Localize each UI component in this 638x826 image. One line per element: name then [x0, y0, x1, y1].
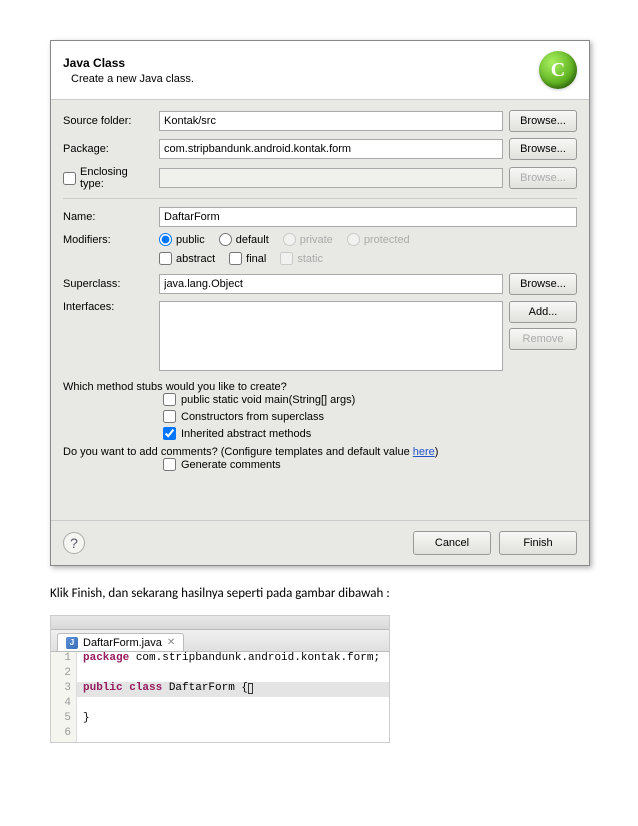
stub-main-checkbox[interactable] [163, 393, 176, 406]
interfaces-add-button[interactable]: Add... [509, 301, 577, 323]
source-folder-input[interactable] [159, 111, 503, 131]
package-label: Package: [63, 143, 153, 155]
superclass-browse-button[interactable]: Browse... [509, 273, 577, 295]
modifiers-label: Modifiers: [63, 234, 153, 246]
enclosing-type-checkbox[interactable] [63, 172, 76, 185]
line-number: 1 [51, 652, 77, 667]
divider [63, 198, 577, 199]
enclosing-type-browse-button: Browse... [509, 167, 577, 189]
line-number: 6 [51, 727, 77, 742]
enclosing-type-label: Enclosing type: [63, 166, 153, 190]
help-icon[interactable]: ? [63, 532, 85, 554]
dialog-subtitle: Create a new Java class. [63, 73, 539, 85]
modifier-default-radio[interactable] [219, 233, 232, 246]
editor-tab-bar: J DaftarForm.java ✕ [51, 630, 389, 652]
finish-button[interactable]: Finish [499, 531, 577, 555]
stub-constructors-checkbox[interactable] [163, 410, 176, 423]
interfaces-list[interactable] [159, 301, 503, 371]
generate-comments-checkbox[interactable] [163, 458, 176, 471]
source-folder-browse-button[interactable]: Browse... [509, 110, 577, 132]
toolbar-strip [51, 616, 389, 630]
instruction-caption: Klik Finish, dan sekarang hasilnya seper… [50, 586, 588, 601]
modifier-abstract-checkbox[interactable] [159, 252, 172, 265]
dialog-header: Java Class Create a new Java class. C [51, 41, 589, 100]
name-label: Name: [63, 211, 153, 223]
superclass-input[interactable] [159, 274, 503, 294]
comments-question: Do you want to add comments? (Configure … [63, 446, 577, 458]
interfaces-remove-button: Remove [509, 328, 577, 350]
name-input[interactable] [159, 207, 577, 227]
stub-inherited-checkbox[interactable] [163, 427, 176, 440]
code-editor: J DaftarForm.java ✕ 1package com.stripba… [50, 615, 390, 743]
configure-here-link[interactable]: here [413, 446, 435, 458]
source-folder-label: Source folder: [63, 115, 153, 127]
java-file-icon: J [66, 637, 78, 649]
modifier-public-radio[interactable] [159, 233, 172, 246]
code-area[interactable]: 1package com.stripbandunk.android.kontak… [51, 652, 389, 742]
dialog-title: Java Class [63, 56, 539, 70]
line-number: 2 [51, 667, 77, 682]
package-browse-button[interactable]: Browse... [509, 138, 577, 160]
line-number: 4 [51, 697, 77, 712]
modifier-protected-radio [347, 233, 360, 246]
modifier-static-checkbox [280, 252, 293, 265]
cancel-button[interactable]: Cancel [413, 531, 491, 555]
editor-tab[interactable]: J DaftarForm.java ✕ [57, 633, 184, 651]
text-cursor [248, 683, 253, 694]
modifier-final-checkbox[interactable] [229, 252, 242, 265]
tab-close-icon[interactable]: ✕ [167, 637, 175, 648]
interfaces-label: Interfaces: [63, 301, 153, 313]
package-input[interactable] [159, 139, 503, 159]
line-number: 5 [51, 712, 77, 727]
tab-filename: DaftarForm.java [83, 637, 162, 649]
java-class-dialog: Java Class Create a new Java class. C So… [50, 40, 590, 566]
class-icon: C [539, 51, 577, 89]
line-number: 3 [51, 682, 77, 697]
modifier-private-radio [283, 233, 296, 246]
method-stubs-question: Which method stubs would you like to cre… [63, 381, 577, 393]
enclosing-type-input [159, 168, 503, 188]
superclass-label: Superclass: [63, 278, 153, 290]
